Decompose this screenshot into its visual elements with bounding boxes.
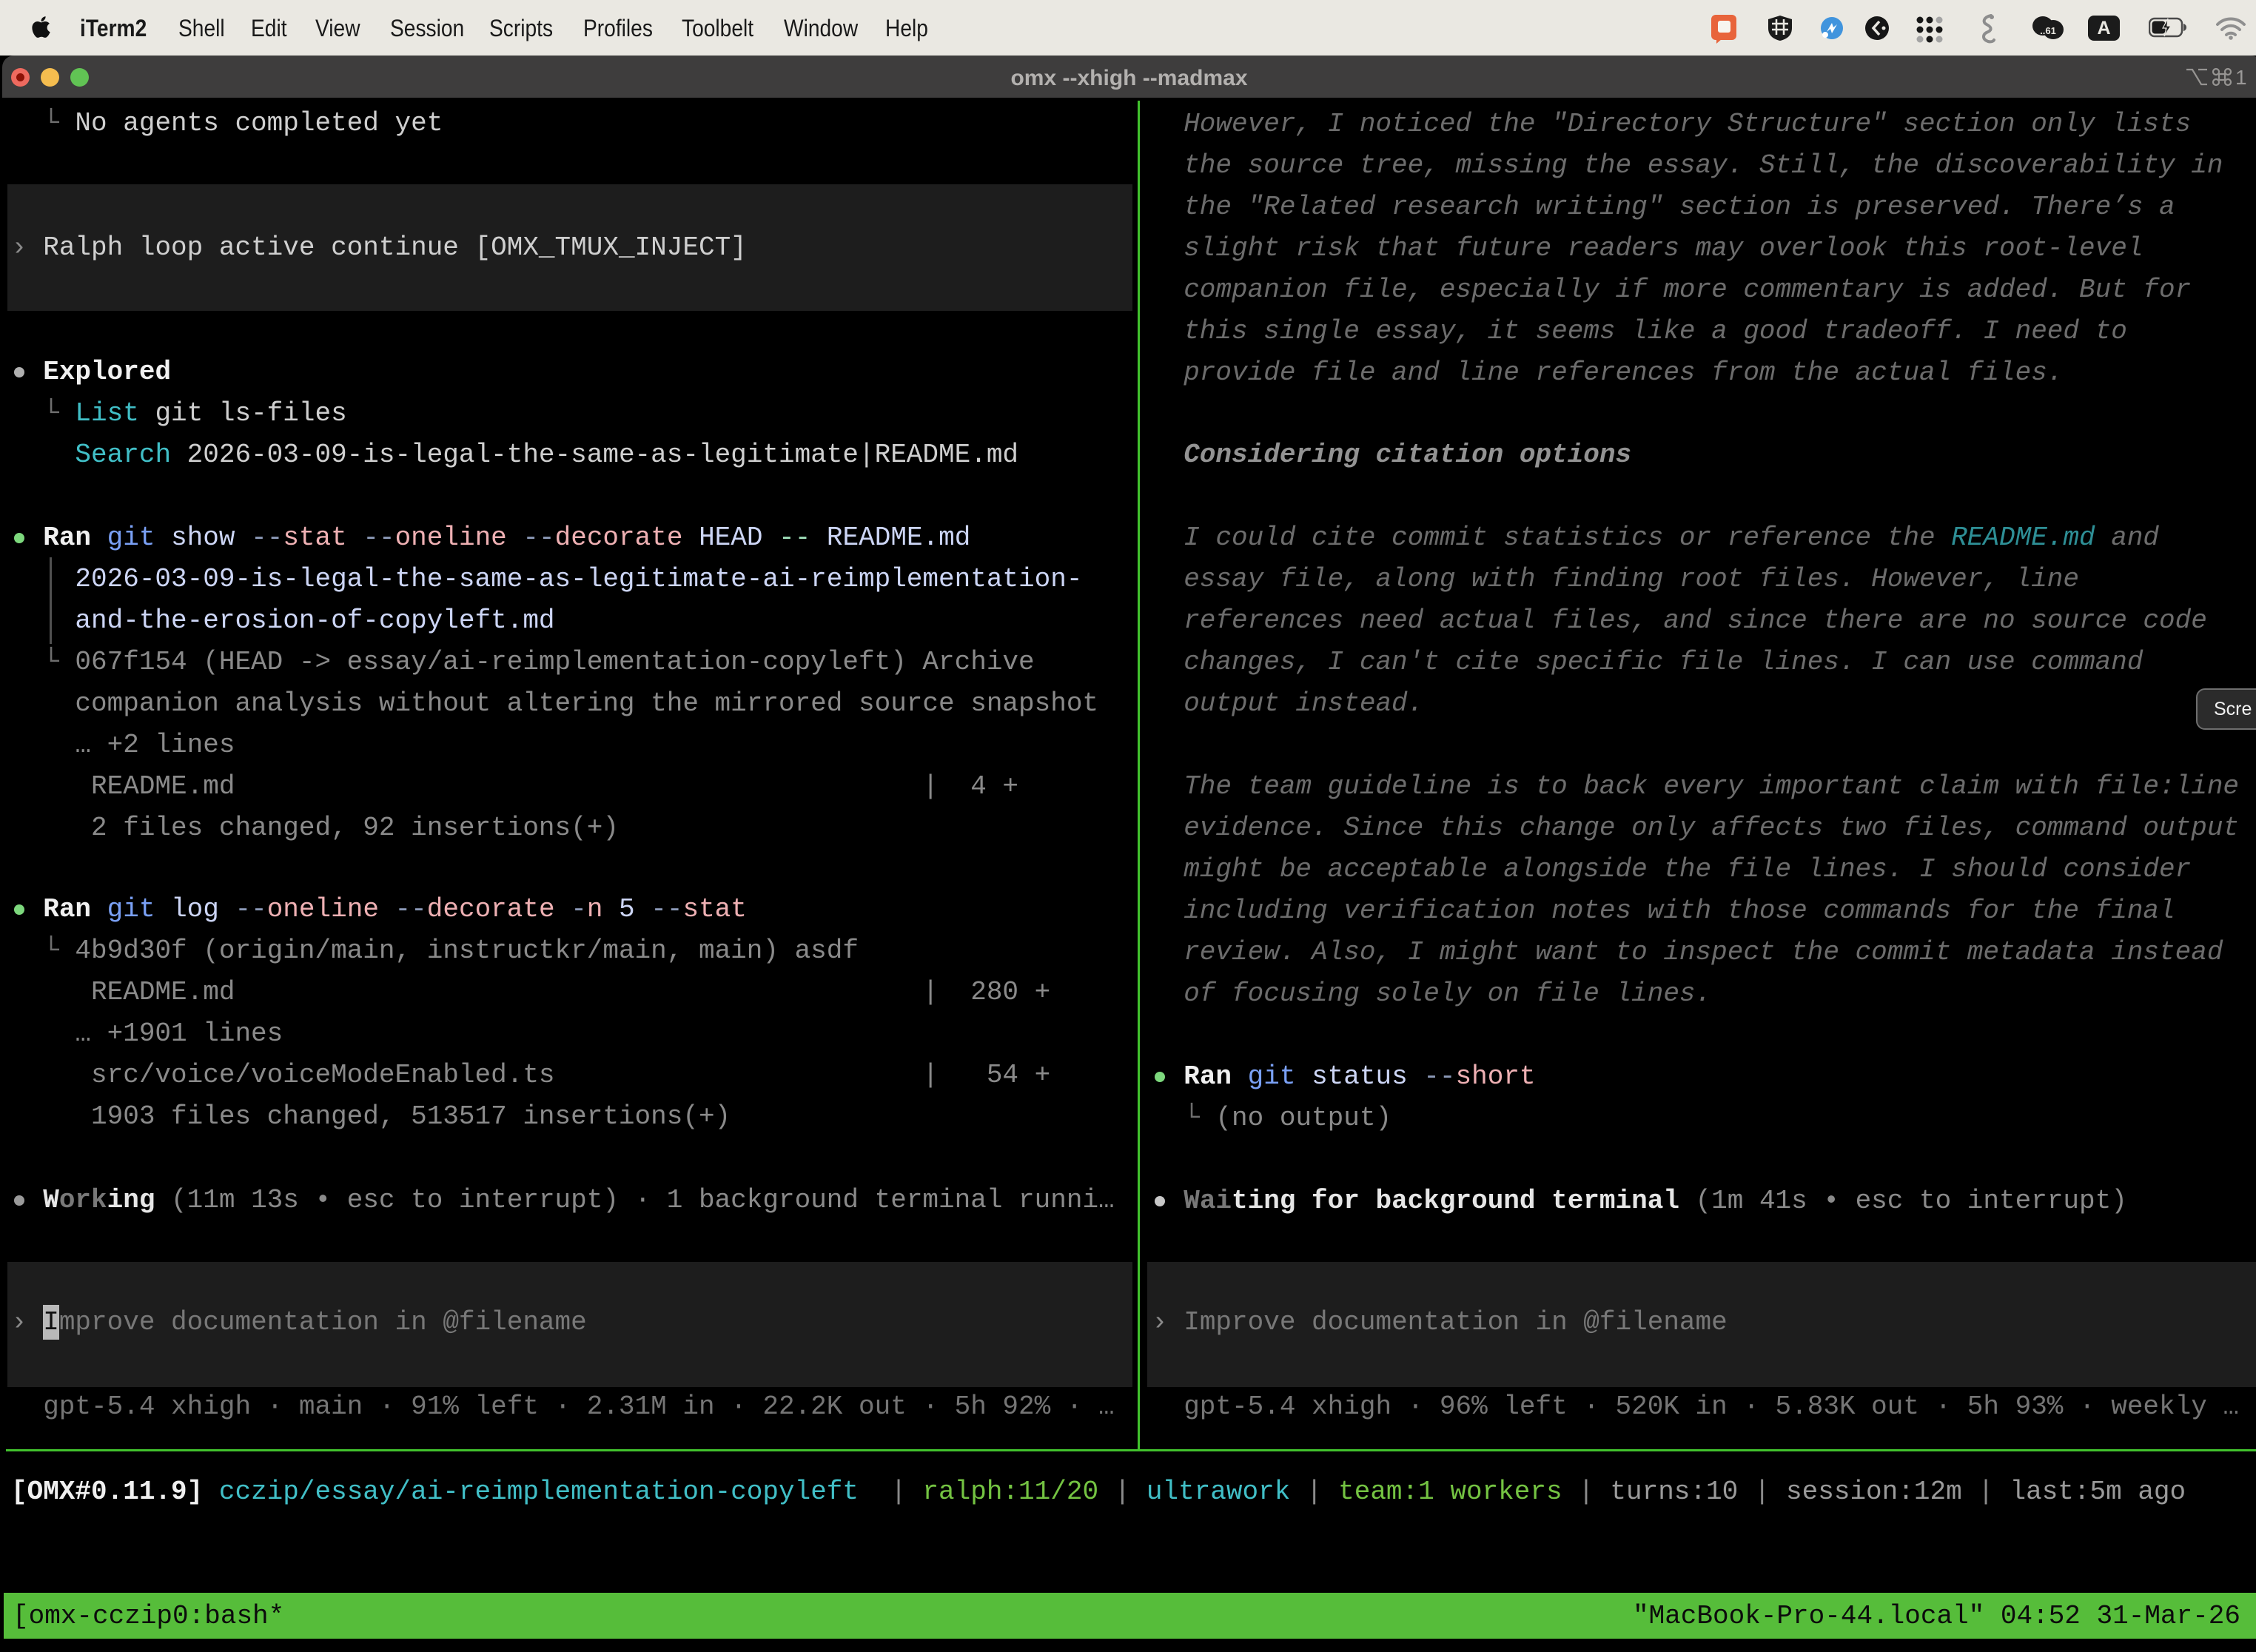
svg-text:..61: ..61 — [2040, 25, 2056, 36]
svg-text:1: 1 — [2235, 66, 2247, 89]
